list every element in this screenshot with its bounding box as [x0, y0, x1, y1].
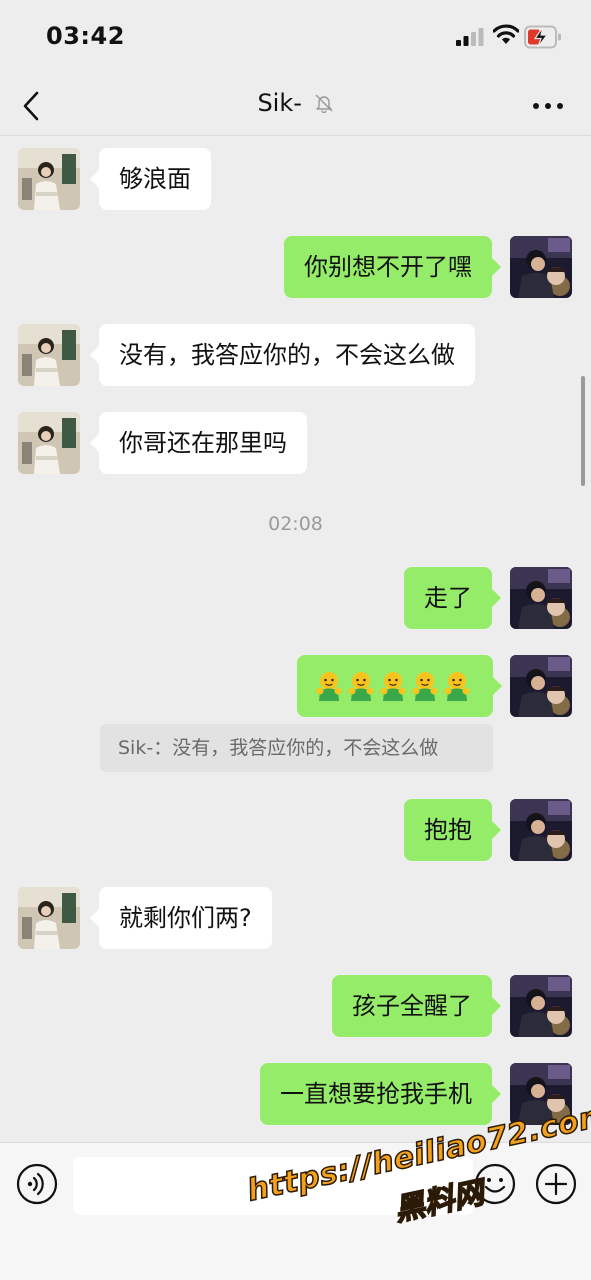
status-time: 03:42	[46, 22, 125, 50]
message-bubble-incoming[interactable]: 你哥还在那里吗	[90, 412, 307, 474]
my-avatar[interactable]	[510, 799, 572, 861]
my-avatar[interactable]	[510, 236, 572, 298]
my-avatar[interactable]	[510, 567, 572, 629]
hug-emoji	[412, 672, 438, 701]
message-bubble-outgoing[interactable]: 你别想不开了嘿	[284, 236, 501, 298]
message-bubble-outgoing-emoji[interactable]	[297, 655, 502, 717]
message-bubble-incoming[interactable]: 就剩你们两?	[90, 887, 272, 949]
hug-emoji	[316, 672, 342, 701]
signal-icon	[456, 28, 484, 46]
more-icon[interactable]	[532, 100, 564, 112]
hug-emoji	[348, 672, 374, 701]
message-bubble-outgoing[interactable]: 走了	[404, 567, 501, 629]
message-bubble-outgoing[interactable]: 抱抱	[404, 799, 501, 861]
emoji-icon[interactable]	[474, 1163, 516, 1205]
chat-header: Sik-	[0, 76, 591, 136]
my-avatar[interactable]	[510, 975, 572, 1037]
plus-icon[interactable]	[535, 1163, 577, 1205]
contact-avatar[interactable]	[18, 887, 80, 949]
status-bar: 03:42	[0, 0, 591, 76]
my-avatar[interactable]	[510, 655, 572, 717]
contact-avatar[interactable]	[18, 148, 80, 210]
message-bubble-outgoing[interactable]: 孩子全醒了	[332, 975, 501, 1037]
message-bubble-incoming[interactable]: 没有，我答应你的，不会这么做	[90, 324, 475, 386]
contact-avatar[interactable]	[18, 324, 80, 386]
hug-emoji	[380, 672, 406, 701]
message-bubble-incoming[interactable]: 够浪面	[90, 148, 211, 210]
chat-title: Sik-	[257, 89, 302, 117]
message-timestamp: 02:08	[268, 513, 323, 535]
message-input[interactable]	[73, 1157, 473, 1215]
chat-title-group: Sik-	[0, 88, 591, 117]
emoji-row	[315, 655, 475, 717]
mute-bell-icon	[315, 94, 333, 113]
hug-emoji	[444, 672, 470, 701]
quoted-reply[interactable]: Sik-：没有，我答应你的，不会这么做	[100, 724, 493, 772]
voice-icon[interactable]	[16, 1163, 58, 1205]
input-bar	[0, 1142, 591, 1280]
wifi-icon	[493, 24, 519, 44]
contact-avatar[interactable]	[18, 412, 80, 474]
battery-charging-icon	[524, 25, 561, 49]
message-bubble-outgoing[interactable]: 一直想要抢我手机	[260, 1063, 501, 1125]
my-avatar[interactable]	[510, 1063, 572, 1125]
scrollbar[interactable]	[581, 376, 585, 486]
